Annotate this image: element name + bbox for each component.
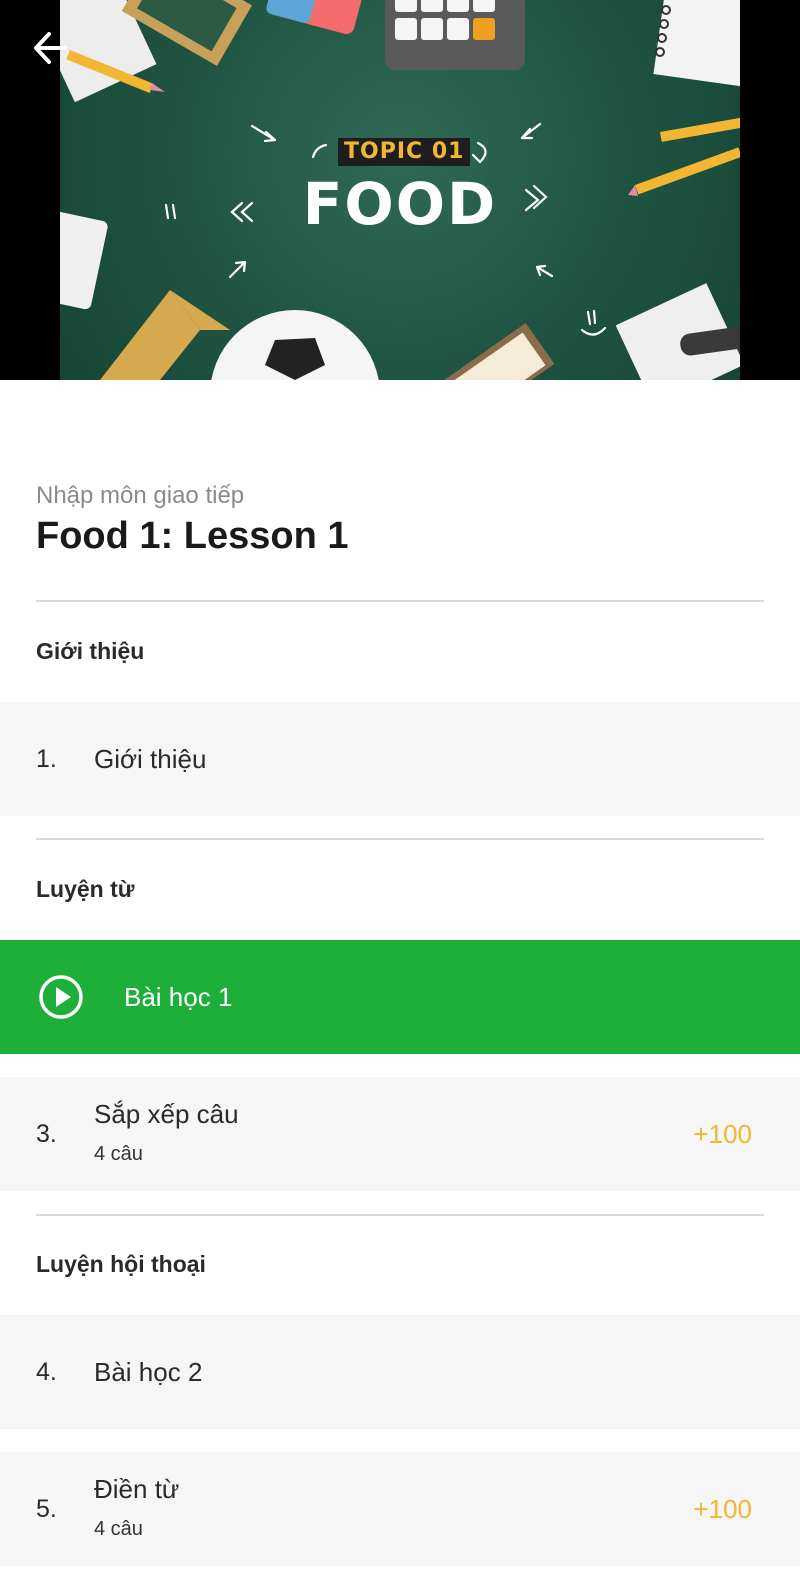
chalkboard-image: TOPIC 01 FOOD: [60, 0, 740, 380]
item-number: 4.: [36, 1358, 57, 1386]
item-question-count: 4 câu: [94, 1518, 143, 1540]
section-title-luyen-hoi-thoai: Luyện hội thoại: [36, 1251, 206, 1277]
item-number: 1.: [36, 745, 57, 773]
course-subtitle: Nhập môn giao tiếp: [36, 482, 245, 509]
hero-banner: TOPIC 01 FOOD: [0, 0, 800, 380]
divider: [36, 600, 764, 602]
divider: [36, 838, 764, 840]
section-title-gioi-thieu: Giới thiệu: [36, 638, 145, 664]
divider: [36, 1214, 764, 1216]
list-item-3[interactable]: 3. Sắp xếp câu 4 câu +100: [0, 1077, 800, 1191]
item-number: 5.: [36, 1495, 57, 1523]
play-circle-icon: [39, 975, 83, 1019]
item-number: 3.: [36, 1120, 57, 1148]
item-label: Sắp xếp câu: [94, 1099, 239, 1129]
arrow-left-icon: [34, 32, 67, 64]
list-item-active[interactable]: Bài học 1: [0, 940, 800, 1054]
back-button[interactable]: [24, 22, 76, 74]
list-item-5[interactable]: 5. Điền từ 4 câu +100: [0, 1452, 800, 1566]
item-question-count: 4 câu: [94, 1143, 143, 1165]
item-label: Bài học 1: [124, 982, 233, 1012]
list-item-4[interactable]: 4. Bài học 2: [0, 1315, 800, 1429]
points-badge: +100: [693, 1119, 752, 1149]
item-label: Điền từ: [94, 1474, 180, 1504]
item-label: Giới thiệu: [94, 744, 207, 774]
points-badge: +100: [693, 1494, 752, 1524]
topic-title: FOOD: [302, 170, 498, 238]
section-title-luyen-tu: Luyện từ: [36, 876, 135, 902]
topic-tag: TOPIC 01: [338, 138, 471, 166]
list-item-1[interactable]: 1. Giới thiệu: [0, 702, 800, 816]
item-label: Bài học 2: [94, 1357, 203, 1387]
lesson-title: Food 1: Lesson 1: [36, 515, 349, 557]
